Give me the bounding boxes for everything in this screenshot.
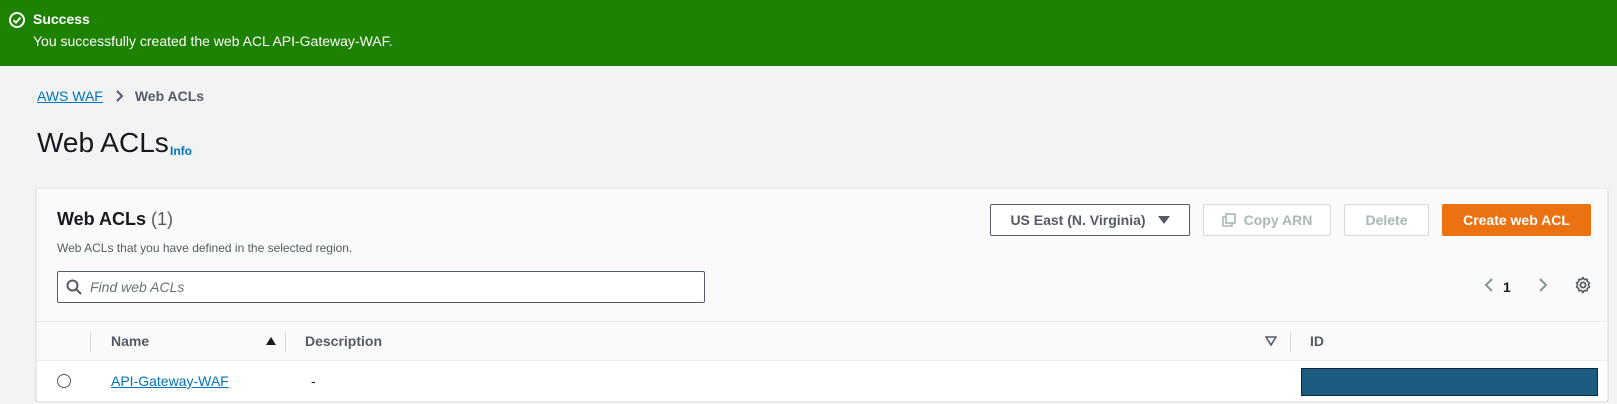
current-page-number[interactable]: 1 — [1503, 279, 1511, 295]
column-header-id[interactable]: ID — [1310, 333, 1324, 349]
caret-down-icon — [1157, 216, 1170, 224]
region-select-label: US East (N. Virginia) — [1010, 212, 1146, 228]
chevron-right-icon[interactable] — [1535, 277, 1551, 293]
search-input[interactable] — [90, 272, 690, 302]
web-acls-container: Web ACLs (1) Web ACLs that you have defin… — [36, 188, 1608, 401]
check-circle-icon — [9, 12, 25, 28]
copy-icon — [1221, 213, 1236, 227]
container-title-text: Web ACLs — [57, 209, 147, 229]
copy-arn-button[interactable]: Copy ARN — [1203, 204, 1331, 236]
sort-ascending-icon[interactable] — [266, 337, 276, 345]
copy-arn-label: Copy ARN — [1243, 212, 1313, 228]
container-description: Web ACLs that you have defined in the se… — [57, 241, 353, 255]
flash-title: Success — [33, 11, 90, 27]
create-web-acl-button[interactable]: Create web ACL — [1442, 204, 1591, 236]
gear-icon[interactable] — [1574, 276, 1592, 294]
region-select-button[interactable]: US East (N. Virginia) — [990, 204, 1190, 236]
breadcrumb-aws-waf-link[interactable]: AWS WAF — [37, 88, 103, 104]
column-header-description[interactable]: Description — [305, 333, 382, 349]
delete-button[interactable]: Delete — [1344, 204, 1429, 236]
info-link[interactable]: Info — [170, 144, 192, 158]
search-icon — [66, 279, 82, 295]
web-acl-description: - — [311, 373, 316, 389]
container-count: (1) — [151, 209, 174, 229]
success-flash-banner: Success You successfully created the web… — [0, 0, 1617, 66]
container-title: Web ACLs (1) — [57, 209, 173, 230]
breadcrumb: AWS WAF Web ACLs — [37, 88, 204, 104]
column-divider — [90, 332, 91, 352]
table-header: Name Description ID — [37, 321, 1607, 361]
chevron-left-icon[interactable] — [1481, 277, 1497, 293]
column-divider — [285, 332, 286, 352]
row-select-radio[interactable] — [57, 374, 71, 388]
flash-message: You successfully created the web ACL API… — [33, 33, 393, 49]
column-header-name[interactable]: Name — [111, 333, 149, 349]
search-box — [57, 271, 705, 303]
table-row: API-Gateway-WAF - — [37, 361, 1607, 401]
column-divider — [1290, 332, 1291, 352]
chevron-right-icon — [116, 90, 124, 102]
web-acl-name-link[interactable]: API-Gateway-WAF — [111, 373, 229, 389]
sort-descending-icon[interactable] — [1265, 336, 1277, 346]
breadcrumb-current: Web ACLs — [134, 88, 205, 104]
container-header: Web ACLs (1) Web ACLs that you have defin… — [37, 189, 1607, 321]
web-acl-id-redacted — [1301, 368, 1598, 396]
page-title: Web ACLs — [37, 127, 169, 158]
